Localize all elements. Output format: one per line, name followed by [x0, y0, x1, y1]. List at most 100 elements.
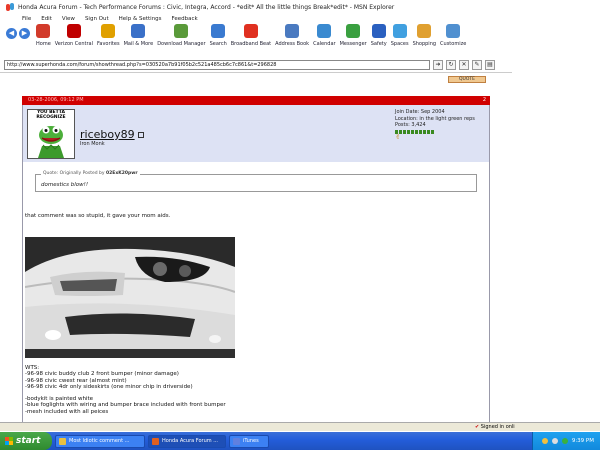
menu-help-settings[interactable]: Help & Settings: [119, 16, 162, 22]
verizon-check-icon: ✔: [475, 424, 480, 430]
toolbar-download-button[interactable]: Download Manager: [157, 24, 206, 47]
toolbar-search-button[interactable]: Search: [210, 24, 227, 47]
toolbar-label: Address Book: [275, 41, 310, 47]
post-number[interactable]: 2: [483, 96, 486, 105]
toolbar-mail-button[interactable]: Mail & More: [123, 24, 154, 47]
toolbar-shopping-button[interactable]: Shopping: [413, 24, 436, 47]
rep-pip: [427, 129, 430, 134]
rep-pip: [407, 129, 410, 134]
toolbar-safety-button[interactable]: Safety: [371, 24, 387, 47]
address-book-icon: [285, 24, 300, 38]
rep-pip: [415, 129, 418, 134]
toolbar-address-book-button[interactable]: Address Book: [275, 24, 309, 47]
go-arrow-icon[interactable]: ➜: [433, 60, 443, 70]
start-label: start: [16, 436, 41, 446]
start-button[interactable]: start: [0, 432, 52, 450]
download-icon: [174, 24, 189, 38]
rep-pip: [419, 129, 422, 134]
task-app-icon: [59, 437, 66, 445]
tray-icon[interactable]: [541, 438, 548, 444]
taskbar-task[interactable]: iTunes: [229, 434, 269, 448]
shopping-icon: [417, 24, 432, 38]
menu-bar: File Edit View Sign Out Help & Settings …: [0, 14, 600, 24]
rep-pip: [423, 129, 426, 134]
toolbar-label: Calendar: [313, 41, 336, 47]
trophy-icon: ✌: [395, 132, 401, 141]
toolbar-verizon-button[interactable]: Verizon Central: [55, 24, 93, 47]
toolbar-star-button[interactable]: Favorites: [97, 24, 120, 47]
rep-pip: [411, 129, 414, 134]
toolbar-bb-button[interactable]: Broadband Beat: [231, 24, 271, 47]
task-app-icon: [152, 437, 159, 445]
menu-feedback[interactable]: Feedback: [172, 16, 198, 22]
search-icon: [211, 24, 226, 38]
toolbar-divider: [0, 72, 512, 73]
right-blank-area: [512, 24, 600, 422]
task-label: iTunes: [243, 438, 259, 444]
clock[interactable]: 9:39 PM: [572, 438, 594, 444]
quote-attribution: Quote: Originally Posted by 02ExK20pwr: [41, 171, 140, 176]
toolbar-label: Verizon Central: [54, 41, 93, 47]
list-item: -mesh included with all peices: [25, 408, 109, 415]
post-count: Posts: 3,424: [395, 122, 426, 128]
signed-in-status: ✔ Signed in onli: [475, 424, 515, 430]
task-app-icon: [233, 437, 240, 445]
quote-block: Quote: Originally Posted by 02ExK20pwr d…: [35, 171, 477, 192]
customize-icon: [446, 24, 461, 38]
task-label: Honda Acura Forum ...: [162, 438, 218, 444]
spaces-icon: [392, 24, 407, 38]
window-title: Honda Acura Forum - Tech Performance For…: [18, 3, 395, 11]
menu-view[interactable]: View: [62, 16, 75, 22]
username-text[interactable]: riceboy89: [80, 128, 135, 141]
user-stats: Join Date: Sep 2004 Location: in the lig…: [395, 109, 475, 140]
refresh-icon[interactable]: ↻: [446, 60, 456, 70]
toolbar-customize-button[interactable]: Customize: [440, 24, 466, 47]
address-bar: http://www.superhonda.com/forum/showthre…: [0, 59, 512, 71]
quote-author: 02ExK20pwr: [106, 171, 138, 176]
home-icon: [36, 24, 51, 38]
menu-edit[interactable]: Edit: [41, 16, 52, 22]
toolbar-calendar-button[interactable]: Calendar: [313, 24, 336, 47]
star-icon: [101, 24, 116, 38]
post-date: 03-28-2006, 09:12 PM: [28, 97, 84, 103]
menu-sign-out[interactable]: Sign Out: [85, 16, 109, 22]
online-status-icon: [137, 132, 144, 138]
print-icon[interactable]: ▤: [485, 60, 495, 70]
rep-pip: [403, 129, 406, 134]
main-toolbar: ◀ ▶ Home Verizon Central Favorites Mail & M…: [0, 24, 512, 52]
taskbar-task[interactable]: Most Idiotic comment ...: [55, 434, 145, 448]
toolbar-label: Broadband Beat: [230, 41, 272, 47]
edit-icon[interactable]: ✎: [472, 60, 482, 70]
signed-in-text: Signed in onli: [480, 424, 515, 430]
kermit-avatar-image: [28, 120, 74, 158]
post-body: Quote: Originally Posted by 02ExK20pwr d…: [22, 162, 490, 422]
quote-prefix: Quote: Originally Posted by: [43, 171, 105, 176]
menu-file[interactable]: File: [22, 16, 31, 22]
post-list: WTS: -96-98 civic buddy club 2 front bum…: [25, 365, 226, 415]
user-title: Iron Monk: [80, 141, 105, 147]
tray-icon[interactable]: [551, 438, 558, 444]
rep-pip: [431, 129, 434, 134]
toolbar-spaces-button[interactable]: Spaces: [391, 24, 409, 47]
username-link[interactable]: riceboy89: [80, 128, 144, 141]
toolbar-home-button[interactable]: Home: [36, 24, 51, 47]
toolbar-label: Mail & More: [123, 41, 154, 47]
avatar: YOU BETTA RECOGNIZE: [27, 109, 75, 159]
back-arrow-icon[interactable]: ◀: [6, 28, 17, 39]
stop-icon[interactable]: ✕: [459, 60, 469, 70]
post-header: 03-28-2006, 09:12 PM 2: [22, 96, 490, 105]
toolbar-label: Customize: [440, 41, 467, 47]
quote-button-top[interactable]: QUOTE: [448, 76, 486, 83]
toolbar-messenger-button[interactable]: Messenger: [340, 24, 367, 47]
address-input[interactable]: http://www.superhonda.com/forum/showthre…: [4, 60, 430, 70]
windows-flag-icon: [5, 437, 13, 445]
post-user-info: YOU BETTA RECOGNIZE riceboy89 Iron Monk …: [22, 105, 490, 162]
toolbar-label: Favorites: [96, 41, 120, 47]
page-content: QUOTE 03-28-2006, 09:12 PM 2 YOU BETTA R…: [0, 74, 512, 422]
tray-icon[interactable]: [561, 438, 568, 444]
taskbar-task[interactable]: Honda Acura Forum ...: [148, 434, 226, 448]
system-tray: 9:39 PM: [532, 432, 600, 450]
calendar-icon: [317, 24, 332, 38]
forward-arrow-icon[interactable]: ▶: [19, 28, 30, 39]
safety-icon: [371, 24, 386, 38]
